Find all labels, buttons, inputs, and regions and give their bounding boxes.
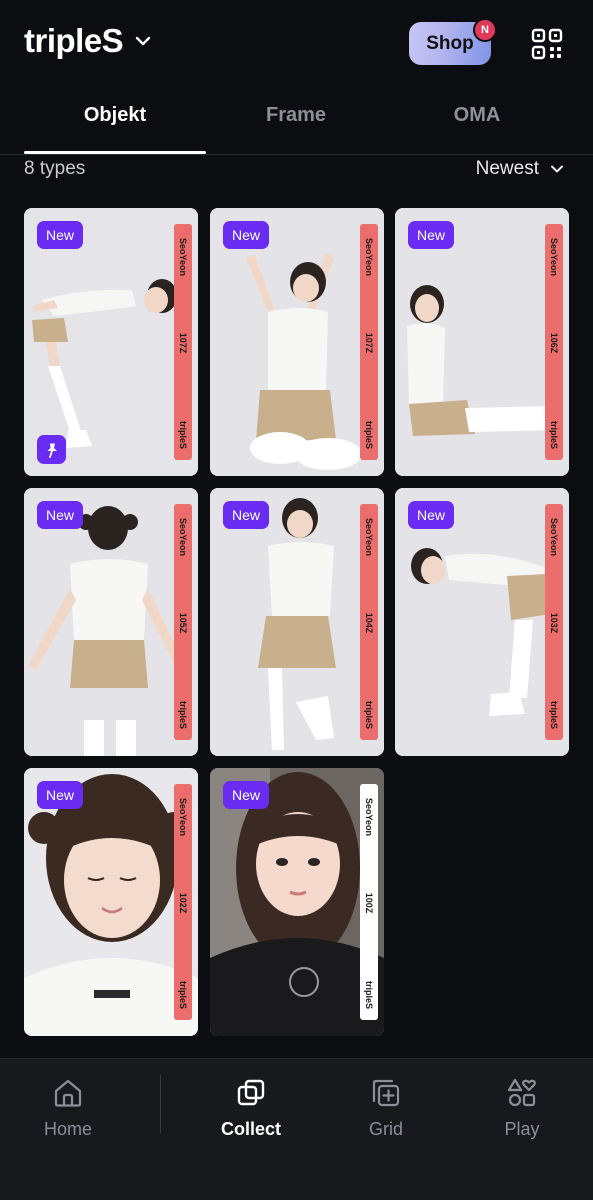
card-info-stripe: SeoYeon 103Z tripleS <box>545 504 563 740</box>
member-name: SeoYeon <box>364 237 374 277</box>
objekt-card[interactable]: New SeoYeon 107Z tripleS <box>210 208 384 476</box>
member-name: SeoYeon <box>364 797 374 837</box>
objekt-number: 105Z <box>178 612 188 634</box>
objekt-card[interactable]: New SeoYeon 103Z tripleS <box>395 488 569 756</box>
objekt-card[interactable]: New SeoYeon 102Z tripleS <box>24 768 198 1036</box>
group-name: tripleS <box>549 700 559 730</box>
nav-grid-label: Grid <box>368 1119 403 1139</box>
nav-collect[interactable]: Collect <box>196 1077 306 1140</box>
home-icon <box>54 1079 82 1107</box>
nav-grid[interactable]: Grid <box>331 1077 441 1140</box>
group-name: tripleS <box>178 980 188 1010</box>
shop-new-badge: N <box>473 18 497 42</box>
card-info-stripe: SeoYeon 104Z tripleS <box>360 504 378 740</box>
objekt-card[interactable]: New SeoYeon 106Z tripleS <box>395 208 569 476</box>
objekt-number: 106Z <box>549 332 559 354</box>
member-name: SeoYeon <box>178 517 188 557</box>
nav-collect-label: Collect <box>220 1119 281 1139</box>
card-info-stripe: SeoYeon 105Z tripleS <box>174 504 192 740</box>
group-name: tripleS <box>549 420 559 450</box>
member-name: SeoYeon <box>178 797 188 837</box>
objekt-card[interactable]: New SeoYeon 105Z tripleS <box>24 488 198 756</box>
pin-icon <box>47 443 57 458</box>
objekt-card[interactable]: New SeoYeon 107Z tripleS <box>24 208 198 476</box>
group-name: tripleS <box>364 980 374 1010</box>
new-badge: New <box>223 501 269 529</box>
card-info-stripe: SeoYeon 100Z tripleS <box>360 784 378 1020</box>
app-header: tripleS Shop N <box>0 0 593 90</box>
card-info-stripe: SeoYeon 107Z tripleS <box>360 224 378 460</box>
group-name: tripleS <box>178 420 188 450</box>
member-name: SeoYeon <box>549 237 559 277</box>
objekt-number: 107Z <box>178 332 188 354</box>
tab-frame[interactable]: Frame <box>205 104 387 127</box>
objekt-card[interactable]: New SeoYeon 100Z tripleS <box>210 768 384 1036</box>
group-selector[interactable]: tripleS <box>24 22 153 60</box>
nav-divider <box>160 1075 161 1133</box>
objekt-number: 100Z <box>364 892 374 914</box>
qr-code-icon[interactable] <box>530 27 564 61</box>
card-info-stripe: SeoYeon 106Z tripleS <box>545 224 563 460</box>
bottom-navigation: Home Collect Grid Play <box>0 1058 593 1200</box>
new-badge: New <box>37 221 83 249</box>
sort-dropdown[interactable]: Newest <box>476 158 565 180</box>
tab-oma[interactable]: OMA <box>386 104 568 127</box>
card-info-stripe: SeoYeon 102Z tripleS <box>174 784 192 1020</box>
member-name: SeoYeon <box>549 517 559 557</box>
nav-play[interactable]: Play <box>467 1077 577 1140</box>
tab-bar: Objekt Frame OMA <box>0 90 593 155</box>
objekt-card[interactable]: New SeoYeon 104Z tripleS <box>210 488 384 756</box>
chevron-down-icon <box>551 165 563 173</box>
group-name: tripleS <box>178 700 188 730</box>
new-badge: New <box>408 221 454 249</box>
app-title: tripleS <box>24 22 124 59</box>
play-icon <box>507 1078 536 1107</box>
nav-home-label: Home <box>43 1119 92 1139</box>
nav-play-label: Play <box>504 1119 540 1139</box>
member-name: SeoYeon <box>178 237 188 277</box>
collect-icon <box>237 1079 265 1106</box>
pin-button[interactable] <box>37 435 66 464</box>
tab-objekt[interactable]: Objekt <box>24 104 206 127</box>
objekt-type-count: 8 types <box>24 158 86 179</box>
objekt-number: 102Z <box>178 892 188 914</box>
grid-icon <box>372 1079 400 1107</box>
chevron-down-icon <box>136 36 151 46</box>
new-badge: New <box>37 501 83 529</box>
objekt-number: 104Z <box>364 612 374 634</box>
objekt-number: 103Z <box>549 612 559 634</box>
shop-label: Shop <box>426 32 474 54</box>
new-badge: New <box>223 781 269 809</box>
active-tab-indicator <box>24 151 206 154</box>
group-name: tripleS <box>364 420 374 450</box>
member-name: SeoYeon <box>364 517 374 557</box>
card-info-stripe: SeoYeon 107Z tripleS <box>174 224 192 460</box>
new-badge: New <box>37 781 83 809</box>
new-badge: New <box>223 221 269 249</box>
sort-label: Newest <box>475 158 539 179</box>
objekt-number: 107Z <box>364 332 374 354</box>
nav-home[interactable]: Home <box>13 1077 123 1140</box>
group-name: tripleS <box>364 700 374 730</box>
new-badge: New <box>408 501 454 529</box>
